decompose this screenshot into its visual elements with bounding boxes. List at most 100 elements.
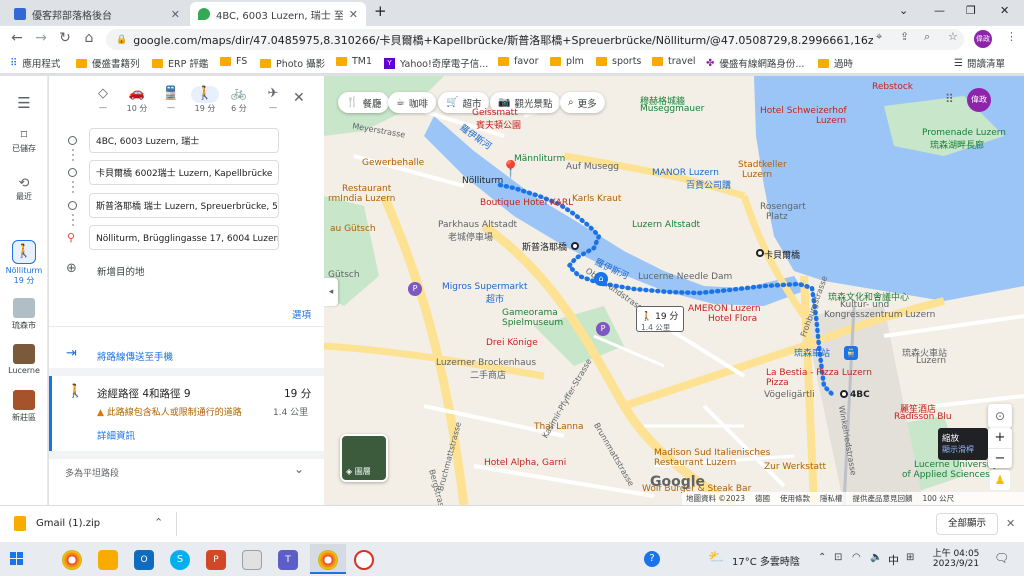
profile-avatar[interactable]: 偉政	[974, 30, 992, 48]
map-label[interactable]: 賓夫頓公園	[476, 118, 521, 131]
ime-indicator[interactable]: 中	[888, 552, 899, 568]
map-label[interactable]: Hotel Alpha, Garni	[484, 458, 566, 468]
map-label[interactable]: MANOR Luzern	[652, 168, 719, 178]
chevron-down-icon[interactable]: ⌄	[294, 462, 304, 476]
notification-icon[interactable]: 🗨	[994, 551, 1009, 565]
location-icon[interactable]: ⌖	[876, 30, 882, 44]
chrome-profile-icon[interactable]	[318, 550, 338, 570]
map-label[interactable]: Restaurant Luzern	[654, 458, 736, 468]
stop-input-1[interactable]: 4BC, 6003 Luzern, 瑞士	[89, 128, 279, 153]
map-label[interactable]: 琉森車站	[794, 346, 830, 359]
map-label[interactable]: 4BC	[850, 390, 870, 400]
waypoint-marker-icon[interactable]	[756, 249, 764, 257]
bookmark-item[interactable]: Y Yahoo!奇摩電子信...	[384, 56, 488, 70]
map-label[interactable]: Migros Supermarkt	[442, 282, 527, 292]
map-label[interactable]: Gewerbehalle	[362, 158, 424, 168]
bookmark-item[interactable]: 優盛書籍列	[76, 56, 140, 70]
tab-search-icon[interactable]: ⌄	[899, 4, 908, 17]
bookmark-item[interactable]: travel	[652, 56, 696, 67]
map-label[interactable]: Museggmauer	[640, 104, 704, 114]
rail-recent[interactable]: ⟲ 最近	[0, 176, 48, 202]
back-icon[interactable]: ←	[8, 30, 26, 46]
close-icon[interactable]: ✕	[1006, 517, 1015, 530]
bookmark-item[interactable]: TM1	[336, 56, 372, 67]
wifi-icon[interactable]: ◠	[852, 552, 861, 563]
zoom-in-button[interactable]: +	[988, 428, 1012, 448]
map-label[interactable]: Spielmuseum	[502, 318, 563, 328]
details-link[interactable]: 詳細資訊	[97, 428, 135, 442]
rail-recent-place[interactable]: Lucerne	[0, 344, 48, 375]
bookmark-item[interactable]: FS	[220, 56, 247, 67]
powerpoint-icon[interactable]: P	[206, 550, 226, 570]
tab-blog[interactable]: 優客邦部落格後台 ✕	[6, 2, 188, 26]
bookmark-item[interactable]: sports	[596, 56, 641, 67]
options-link[interactable]: 選項	[292, 307, 311, 321]
add-circle-icon[interactable]: ⊕	[66, 261, 77, 276]
map-label[interactable]: Luzern	[742, 170, 772, 180]
map-label[interactable]: 卡貝爾橋	[764, 248, 800, 261]
share-icon[interactable]: ⇪	[900, 30, 909, 43]
stop-input-2[interactable]: 卡貝爾橋 6002瑞士 Luzern, Kapellbrücke	[89, 160, 279, 185]
map-label[interactable]: Boutique Hotel KARL	[480, 198, 573, 208]
parking-icon[interactable]: P	[408, 282, 422, 296]
mode-bike[interactable]: 🚲 6 分	[225, 86, 253, 114]
map-label[interactable]: Luzern Altstadt	[632, 220, 700, 230]
map-label[interactable]: 百貨公司購	[686, 178, 731, 191]
forward-icon[interactable]: →	[32, 30, 50, 46]
map-canvas[interactable]: 🍴 餐廳 ☕ 咖啡 🛒 超市 📷 觀光景點 ⌕ 更多 穆赫格城牆 Museggmauer …	[324, 76, 1024, 505]
map-label[interactable]: Promenade Luzern	[922, 128, 1006, 138]
chevron-up-icon[interactable]: ⌃	[154, 516, 163, 529]
send-to-phone-link[interactable]: 將路線傳送至手機	[97, 349, 173, 363]
map-label[interactable]: 琉森湖畔長廊	[930, 138, 984, 151]
map-label[interactable]: Gameorama	[502, 308, 558, 318]
route-info-box[interactable]: 🚶 19 分 1.4 公里	[636, 306, 684, 332]
tray-chevron-icon[interactable]: ⌃	[818, 552, 826, 563]
weather-text[interactable]: 17°C 多雲時陰	[732, 553, 800, 568]
app-icon[interactable]	[354, 550, 374, 570]
mode-transit[interactable]: 🚆 —	[157, 86, 185, 112]
file-explorer-icon[interactable]	[98, 550, 118, 570]
close-directions-button[interactable]: ✕	[293, 90, 305, 106]
tab-maps[interactable]: 4BC, 6003 Luzern, 瑞士 至 Nölliturm ✕	[190, 2, 366, 26]
zoom-out-button[interactable]: −	[988, 448, 1012, 468]
map-label[interactable]: Rebstock	[872, 82, 913, 92]
outlook-icon[interactable]: O	[134, 550, 154, 570]
map-label[interactable]: Luzerner Brockenhaus	[436, 358, 536, 368]
map-label[interactable]: Pizza	[766, 378, 789, 388]
close-icon[interactable]: ✕	[349, 8, 358, 21]
clock[interactable]: 上午 04:05 2023/9/21	[930, 546, 982, 569]
rail-saved[interactable]: ⌑ 已儲存	[0, 128, 48, 154]
waypoint-marker-icon[interactable]	[571, 242, 579, 250]
address-bar[interactable]: 🔒 google.com/maps/dir/47.0485975,8.31026…	[106, 29, 964, 50]
network-icon[interactable]: ⊡	[834, 552, 842, 563]
map-label[interactable]: AMERON Luzern	[688, 304, 761, 314]
show-all-button[interactable]: 全部顯示	[936, 513, 998, 535]
bookmark-item[interactable]: favor	[498, 56, 539, 67]
windows-start-icon[interactable]	[10, 552, 24, 566]
scale-label[interactable]: 100 公尺	[922, 493, 954, 504]
map-label[interactable]: Radisson Blu	[894, 412, 952, 422]
map-label[interactable]: 超市	[486, 292, 504, 305]
parking-icon[interactable]: P	[596, 322, 610, 336]
route-card[interactable]: 🚶 途經路徑 4和路徑 9 19 分 ▲ 此路線包含私人或限制通行的道路 1.4…	[49, 376, 324, 451]
map-label[interactable]: Thai Lanna	[534, 422, 584, 432]
chip-restaurants[interactable]: 🍴 餐廳	[338, 92, 390, 113]
pin-icon[interactable]: ⌂	[594, 272, 608, 286]
train-station-icon[interactable]: 🚆	[844, 346, 858, 360]
map-label[interactable]: Drei Könige	[486, 338, 538, 348]
calculator-icon[interactable]	[242, 550, 262, 570]
footer-link[interactable]: 德國	[755, 493, 770, 504]
chip-more[interactable]: ⌕ 更多	[560, 92, 605, 113]
map-label[interactable]: Karls Kraut	[572, 194, 621, 204]
mode-best[interactable]: ◇ —	[89, 86, 117, 112]
map-label[interactable]: Nölliturm	[462, 176, 503, 186]
bookmark-item[interactable]: plm	[550, 56, 584, 67]
pegman-icon[interactable]: ♟	[990, 470, 1010, 490]
map-label[interactable]: Zur Werkstatt	[764, 462, 826, 472]
map-label[interactable]: Restaurant	[342, 184, 391, 194]
rail-current-route[interactable]: 🚶 Nölliturm 19 分	[0, 240, 48, 286]
stop-input-4[interactable]: Nölliturm, Brügglingasse 17, 6004 Luzern…	[89, 225, 279, 250]
rail-recent-place[interactable]: 琉森市	[0, 298, 48, 331]
footer-link[interactable]: 隱私權	[820, 493, 843, 504]
map-label[interactable]: rmIndia Luzern	[328, 194, 395, 204]
